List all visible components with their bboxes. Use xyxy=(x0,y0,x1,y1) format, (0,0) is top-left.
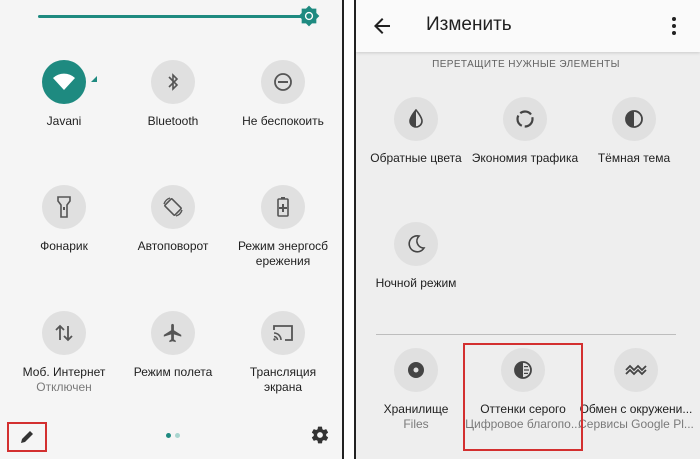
wifi-caret-icon xyxy=(91,76,97,82)
moon-icon xyxy=(394,222,438,266)
tile-sublabel: Отключен xyxy=(36,380,92,394)
tile-sublabel: Files xyxy=(403,417,429,431)
tile-label: Экономия трафика xyxy=(471,151,579,165)
tile-label: Обмен с окружени... xyxy=(579,402,693,416)
tile-flashlight[interactable]: Фонарик xyxy=(4,185,124,254)
tile-label: Трансляция экрана xyxy=(249,365,317,394)
tile-label: Фонарик xyxy=(40,239,88,253)
page-indicator xyxy=(166,433,180,438)
screen-divider xyxy=(342,0,356,459)
edit-tiles-button[interactable] xyxy=(7,422,47,452)
dark-theme-icon xyxy=(612,97,656,141)
app-bar: Изменить xyxy=(356,0,700,52)
mobile-data-icon xyxy=(42,311,86,355)
tile-nearby-share[interactable]: Обмен с окружени... Сервисы Google Pl... xyxy=(576,348,696,432)
edit-tiles-screen: Изменить ПЕРЕТАЩИТЕ НУЖНЫЕ ЭЛЕМЕНТЫ Обра… xyxy=(356,0,700,459)
tile-wifi[interactable]: Javani xyxy=(4,60,124,129)
data-saver-icon xyxy=(503,97,547,141)
do-not-disturb-icon xyxy=(261,60,305,104)
tile-sublabel: Сервисы Google Pl... xyxy=(578,417,694,431)
nearby-share-icon xyxy=(614,348,658,392)
tile-autorotate[interactable]: Автоповорот xyxy=(113,185,233,254)
invert-colors-icon xyxy=(394,97,438,141)
pencil-icon xyxy=(21,431,33,443)
storage-icon xyxy=(394,348,438,392)
tile-mobile-data[interactable]: Моб. Интернет Отключен xyxy=(4,311,124,395)
tile-bluetooth[interactable]: Bluetooth xyxy=(113,60,233,129)
more-vert-icon[interactable] xyxy=(666,14,682,38)
brightness-icon[interactable] xyxy=(298,5,320,27)
page-dot-active xyxy=(166,433,171,438)
tile-storage[interactable]: Хранилище Files xyxy=(356,348,476,432)
tile-dark-theme[interactable]: Тёмная тема xyxy=(574,97,694,166)
airplane-icon xyxy=(151,311,195,355)
tile-label: Javani xyxy=(46,114,82,128)
tile-airplane-mode[interactable]: Режим полета xyxy=(113,311,233,380)
settings-gear-icon[interactable] xyxy=(310,425,330,445)
tile-label: Bluetooth xyxy=(147,114,199,128)
tile-screen-cast[interactable]: Трансляция экрана xyxy=(223,311,342,395)
flashlight-icon xyxy=(42,185,86,229)
quick-settings-panel: Javani Bluetooth Не беспокоить Фонарик А… xyxy=(0,0,342,459)
autorotate-icon xyxy=(151,185,195,229)
brightness-slider[interactable] xyxy=(38,5,320,27)
tile-data-saver[interactable]: Экономия трафика xyxy=(465,97,585,166)
back-arrow-icon[interactable] xyxy=(370,14,394,38)
tile-label: Тёмная тема xyxy=(597,151,671,165)
grayscale-highlight-frame xyxy=(463,343,583,451)
page-title: Изменить xyxy=(426,14,512,35)
tile-do-not-disturb[interactable]: Не беспокоить xyxy=(223,60,342,129)
wifi-icon xyxy=(42,60,86,104)
tile-label: Режим полета xyxy=(133,365,213,379)
tile-label: Ночной режим xyxy=(375,276,457,290)
tile-battery-saver[interactable]: Режим энергосб ережения xyxy=(223,185,342,269)
bluetooth-icon xyxy=(151,60,195,104)
tile-label: Не беспокоить xyxy=(242,114,324,128)
tile-night-mode[interactable]: Ночной режим xyxy=(356,222,476,291)
cast-icon xyxy=(261,311,305,355)
tile-invert-colors[interactable]: Обратные цвета xyxy=(356,97,476,166)
page-dot xyxy=(175,433,180,438)
brightness-track xyxy=(38,15,310,18)
battery-saver-icon xyxy=(261,185,305,229)
tile-label: Моб. Интернет xyxy=(22,365,106,379)
tile-label: Хранилище xyxy=(383,402,449,416)
tile-label: Режим энергосб ережения xyxy=(237,239,329,268)
tile-label: Автоповорот xyxy=(137,239,209,253)
drag-hint: ПЕРЕТАЩИТЕ НУЖНЫЕ ЭЛЕМЕНТЫ xyxy=(432,59,620,70)
section-divider xyxy=(376,334,676,335)
tile-label: Обратные цвета xyxy=(370,151,462,165)
